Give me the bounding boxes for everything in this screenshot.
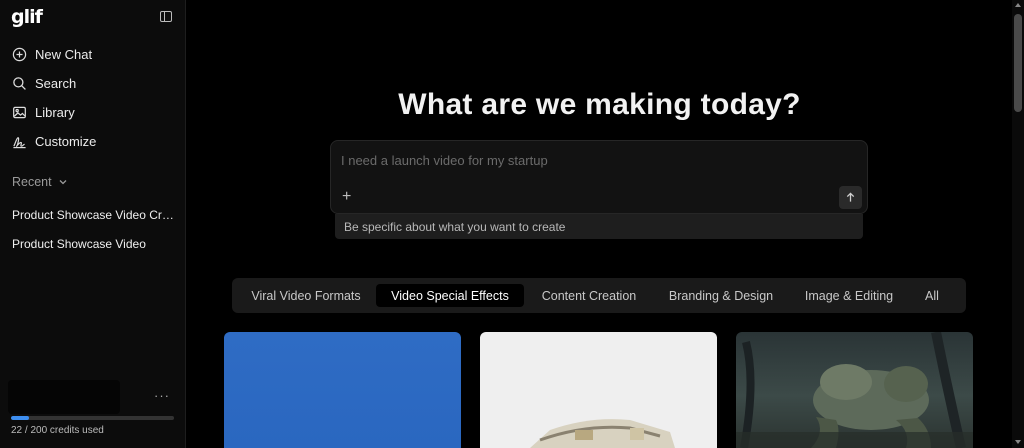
- tab-viral-video-formats[interactable]: Viral Video Formats: [244, 284, 368, 307]
- credits-progress-fill: [11, 416, 29, 420]
- template-card[interactable]: [736, 332, 973, 448]
- card-thumbnail: [736, 332, 973, 448]
- template-card[interactable]: [480, 332, 717, 448]
- sidebar-item-label: Library: [35, 104, 75, 120]
- category-tabs: Viral Video Formats Video Special Effect…: [232, 278, 966, 313]
- recent-item[interactable]: Product Showcase Video Creation: [12, 208, 176, 222]
- plus-circle-icon: [12, 47, 27, 62]
- tab-video-special-effects[interactable]: Video Special Effects: [376, 284, 524, 307]
- page-scrollbar[interactable]: [1012, 0, 1024, 448]
- sidebar-item-search[interactable]: Search: [12, 72, 76, 94]
- account-panel[interactable]: [8, 380, 120, 414]
- sidebar-item-new-chat[interactable]: New Chat: [12, 43, 92, 65]
- card-thumbnail: [530, 419, 675, 448]
- signature-icon: [12, 134, 27, 149]
- sidebar-item-label: New Chat: [35, 46, 93, 62]
- page-title: What are we making today?: [398, 88, 801, 121]
- send-button[interactable]: [839, 186, 862, 209]
- image-icon: [12, 105, 27, 120]
- app-logo[interactable]: glif: [11, 6, 43, 28]
- main-content: What are we making today? + Be specific …: [187, 0, 1012, 448]
- scroll-down-arrow-icon[interactable]: [1015, 440, 1021, 444]
- scrollbar-thumb[interactable]: [1014, 14, 1022, 112]
- credits-progress-bar: [11, 416, 174, 420]
- tab-all[interactable]: All: [916, 284, 948, 307]
- recent-section-toggle[interactable]: Recent: [12, 175, 68, 189]
- attach-plus-icon[interactable]: +: [342, 189, 351, 205]
- sidebar-item-customize[interactable]: Customize: [12, 130, 96, 152]
- template-card[interactable]: [224, 332, 461, 448]
- search-icon: [12, 76, 27, 91]
- prompt-input[interactable]: [341, 153, 841, 168]
- prompt-hint: Be specific about what you want to creat…: [335, 214, 863, 239]
- tab-image-editing[interactable]: Image & Editing: [798, 284, 900, 307]
- arrow-up-icon: [846, 192, 855, 202]
- chevron-down-icon: [59, 180, 67, 185]
- credits-text: 22 / 200 credits used: [11, 425, 104, 436]
- recent-item[interactable]: Product Showcase Video: [12, 237, 176, 251]
- tab-branding-design[interactable]: Branding & Design: [662, 284, 780, 307]
- tab-content-creation[interactable]: Content Creation: [532, 284, 646, 307]
- sidebar-item-library[interactable]: Library: [12, 101, 75, 123]
- recent-label: Recent: [12, 175, 52, 189]
- sidebar-item-label: Customize: [35, 133, 97, 149]
- sidebar: glif New Chat Search Library Customize R…: [0, 0, 186, 448]
- sidebar-item-label: Search: [35, 75, 77, 91]
- sidebar-toggle-icon[interactable]: [160, 11, 172, 22]
- more-options-button[interactable]: ···: [154, 388, 170, 403]
- scroll-up-arrow-icon[interactable]: [1015, 3, 1021, 7]
- prompt-composer: +: [330, 140, 868, 214]
